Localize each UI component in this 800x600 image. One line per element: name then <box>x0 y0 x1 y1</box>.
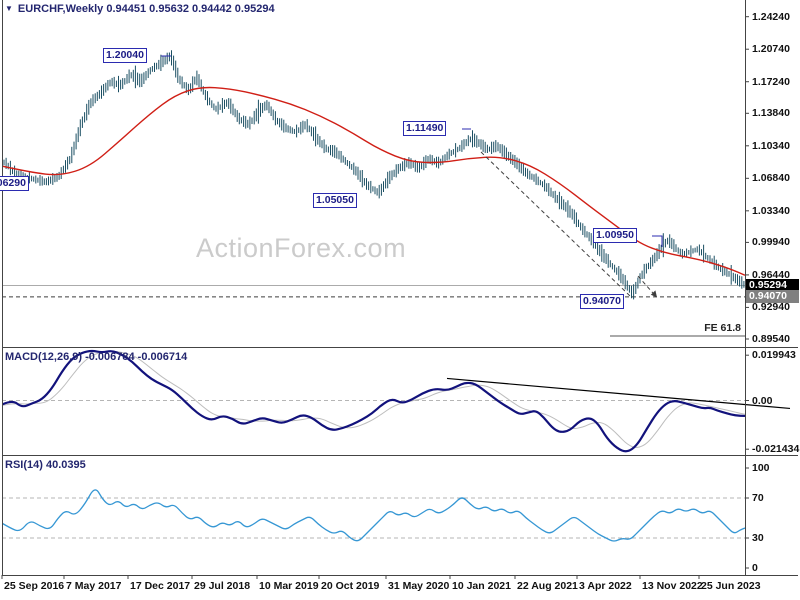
candles-group <box>3 50 745 300</box>
macd-line <box>2 349 745 453</box>
chart-canvas <box>1 0 798 579</box>
ma-line <box>2 86 745 276</box>
trendline-dashed <box>480 151 632 298</box>
macd-trendline <box>446 377 791 410</box>
macd-panel <box>2 349 745 453</box>
price-panel <box>2 50 745 300</box>
arrow-head <box>650 290 657 298</box>
chart-window: ActionForex.com ▼ EURCHF,Weekly 0.94451 0… <box>0 0 800 600</box>
macd-signal-line <box>2 351 745 449</box>
rsi-panel <box>2 489 745 542</box>
